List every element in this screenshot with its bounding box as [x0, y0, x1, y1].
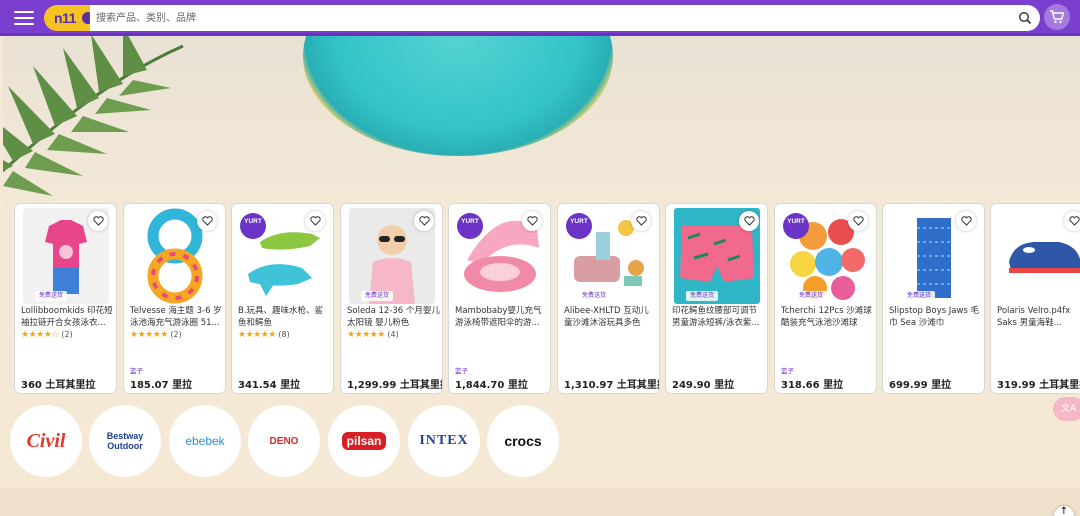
rating-stars: ★★★★★ — [347, 330, 385, 340]
yurt-disindan-badge: YURT — [566, 213, 592, 239]
favorite-heart-icon[interactable] — [197, 211, 217, 231]
favorite-heart-icon[interactable] — [739, 211, 759, 231]
product-price: 185.07 里拉 — [130, 380, 193, 391]
product-price: 1,299.99 土耳其里拉 — [347, 380, 443, 391]
basket-badge: 篮子 — [781, 367, 794, 375]
product-title[interactable]: Alibee-XHLTD 互动儿童沙滩沐浴玩具多色 — [564, 305, 657, 329]
yurt-disindan-badge: YURT — [783, 213, 809, 239]
translate-button[interactable]: 文A — [1053, 397, 1080, 421]
brand-logo: DENO — [269, 435, 299, 447]
yurt-disindan-badge: YURT — [457, 213, 483, 239]
pool-bowl-image — [303, 36, 613, 156]
product-card[interactable]: 免费送货 Slipstop Boys Jaws 毛巾 Sea 沙滩巾 699.9… — [882, 203, 985, 394]
product-price: 1,844.70 里拉 — [455, 380, 528, 391]
hero-banner[interactable] — [3, 36, 1080, 206]
product-title[interactable]: Lollibboomkids 印花短袖拉链开合女孩泳衣... — [21, 305, 114, 329]
review-count: (2) — [61, 330, 73, 339]
brand-ebebek[interactable]: ebebek — [169, 405, 241, 477]
favorite-heart-icon[interactable] — [1064, 211, 1080, 231]
product-rating: ★★★★★ (4) — [347, 330, 399, 340]
brand-logo: Civil — [26, 429, 66, 452]
brand-row: Civil Bestway Outdoor ebebek DENO pilsan… — [0, 400, 1080, 484]
product-rating: ★★★★★ (2) — [130, 330, 182, 340]
brand-pilsan[interactable]: pilsan — [328, 405, 400, 477]
brand-intex[interactable]: INTEX — [408, 405, 480, 477]
favorite-heart-icon[interactable] — [305, 211, 325, 231]
rating-stars: ★★★★★ — [130, 330, 168, 340]
product-card[interactable]: Telvesse 海主题 3-6 岁泳池海充气游泳圈 51... ★★★★★ (… — [123, 203, 226, 394]
product-carousel: 免费送货 Lollibboomkids 印花短袖拉链开合女孩泳衣... ★★★★… — [14, 203, 1080, 395]
product-title[interactable]: B.玩具、趣味水枪、鲨鱼和鳄鱼 — [238, 305, 331, 329]
search-icon[interactable] — [1018, 11, 1032, 25]
bottom-banner-strip — [0, 488, 1080, 516]
product-card[interactable]: YURT 免费送货 Tcherchi 12Pcs 沙滩球酷装充气泳池沙滩球 篮子… — [774, 203, 877, 394]
review-count: (4) — [387, 330, 399, 339]
product-card[interactable]: 免费送货 印花鳄鱼纹腰部可调节男童游泳短裤/泳衣紫... 249.90 里拉 — [665, 203, 768, 394]
rating-stars: ★★★★★ — [238, 330, 276, 340]
product-title[interactable]: Telvesse 海主题 3-6 岁泳池海充气游泳圈 51... — [130, 305, 223, 329]
product-price: 699.99 里拉 — [889, 380, 952, 391]
product-title[interactable]: Tcherchi 12Pcs 沙滩球酷装充气泳池沙滩球 — [781, 305, 874, 329]
review-count: (2) — [170, 330, 182, 339]
favorite-heart-icon[interactable] — [956, 211, 976, 231]
favorite-heart-icon[interactable] — [88, 211, 108, 231]
product-title[interactable]: Mambobaby婴儿充气游泳椅带遮阳伞的游... — [455, 305, 548, 329]
yurt-disindan-badge: YURT — [240, 213, 266, 239]
favorite-heart-icon[interactable] — [848, 211, 868, 231]
brand-logo: ebebek — [185, 434, 225, 448]
basket-badge: 篮子 — [455, 367, 468, 375]
free-shipping-tag: 免费送货 — [795, 291, 828, 301]
review-count: (8) — [278, 330, 290, 339]
product-card[interactable]: YURT 免费送货 Alibee-XHLTD 互动儿童沙滩沐浴玩具多色 1,31… — [557, 203, 660, 394]
brand-civil[interactable]: Civil — [10, 405, 82, 477]
product-card[interactable]: YURT Mambobaby婴儿充气游泳椅带遮阳伞的游... 篮子 1,844.… — [448, 203, 551, 394]
favorite-heart-icon[interactable] — [522, 211, 542, 231]
free-shipping-tag: 免费送货 — [35, 291, 68, 301]
rating-stars: ★★★★☆ — [21, 330, 59, 340]
brand-deno[interactable]: DENO — [248, 405, 320, 477]
brand-logo: INTEX — [419, 433, 469, 448]
product-price: 341.54 里拉 — [238, 380, 301, 391]
product-title[interactable]: Soleda 12-36 个月婴儿太阳镜 婴儿粉色 — [347, 305, 440, 329]
product-card[interactable]: YURT B.玩具、趣味水枪、鲨鱼和鳄鱼 ★★★★★ (8) 341.54 里拉 — [231, 203, 334, 394]
product-price: 1,310.97 土耳其里拉 — [564, 380, 660, 391]
product-title[interactable]: Polaris Velro.p4fx Saks 男童海鞋... — [997, 305, 1080, 329]
top-navbar: n11 — [0, 0, 1080, 36]
search-bar — [90, 5, 1040, 31]
favorite-heart-icon[interactable] — [631, 211, 651, 231]
free-shipping-tag: 免费送货 — [686, 291, 719, 301]
product-title[interactable]: 印花鳄鱼纹腰部可调节男童游泳短裤/泳衣紫... — [672, 305, 765, 329]
brand-bestway[interactable]: Bestway Outdoor — [89, 405, 161, 477]
free-shipping-tag: 免费送货 — [578, 291, 611, 301]
product-price: 319.99 土耳其里拉 — [997, 380, 1080, 391]
product-rating: ★★★★☆ (2) — [21, 330, 73, 340]
cart-button[interactable] — [1044, 4, 1070, 30]
hamburger-menu-icon[interactable] — [14, 8, 34, 28]
product-card[interactable]: 免费送货 Lollibboomkids 印花短袖拉链开合女孩泳衣... ★★★★… — [14, 203, 117, 394]
product-card[interactable]: 免费送货 Soleda 12-36 个月婴儿太阳镜 婴儿粉色 ★★★★★ (4)… — [340, 203, 443, 394]
basket-badge: 篮子 — [130, 367, 143, 375]
logo-text: n11 — [54, 10, 76, 26]
product-title[interactable]: Slipstop Boys Jaws 毛巾 Sea 沙滩巾 — [889, 305, 982, 329]
brand-logo: Bestway Outdoor — [106, 431, 144, 451]
palm-leaf-image — [3, 36, 184, 196]
search-input[interactable] — [96, 9, 996, 27]
product-price: 249.90 里拉 — [672, 380, 735, 391]
free-shipping-tag: 免费送货 — [361, 291, 394, 301]
brand-logo: pilsan — [341, 432, 387, 450]
brand-logo: crocs — [504, 433, 542, 449]
product-rating: ★★★★★ (8) — [238, 330, 290, 340]
product-card[interactable]: Polaris Velro.p4fx Saks 男童海鞋... 319.99 土… — [990, 203, 1080, 394]
product-price: 318.66 里拉 — [781, 380, 844, 391]
favorite-heart-icon[interactable] — [414, 211, 434, 231]
product-price: 360 土耳其里拉 — [21, 380, 96, 391]
brand-crocs[interactable]: crocs — [487, 405, 559, 477]
free-shipping-tag: 免费送货 — [903, 291, 936, 301]
shopping-cart-icon — [1050, 10, 1065, 24]
